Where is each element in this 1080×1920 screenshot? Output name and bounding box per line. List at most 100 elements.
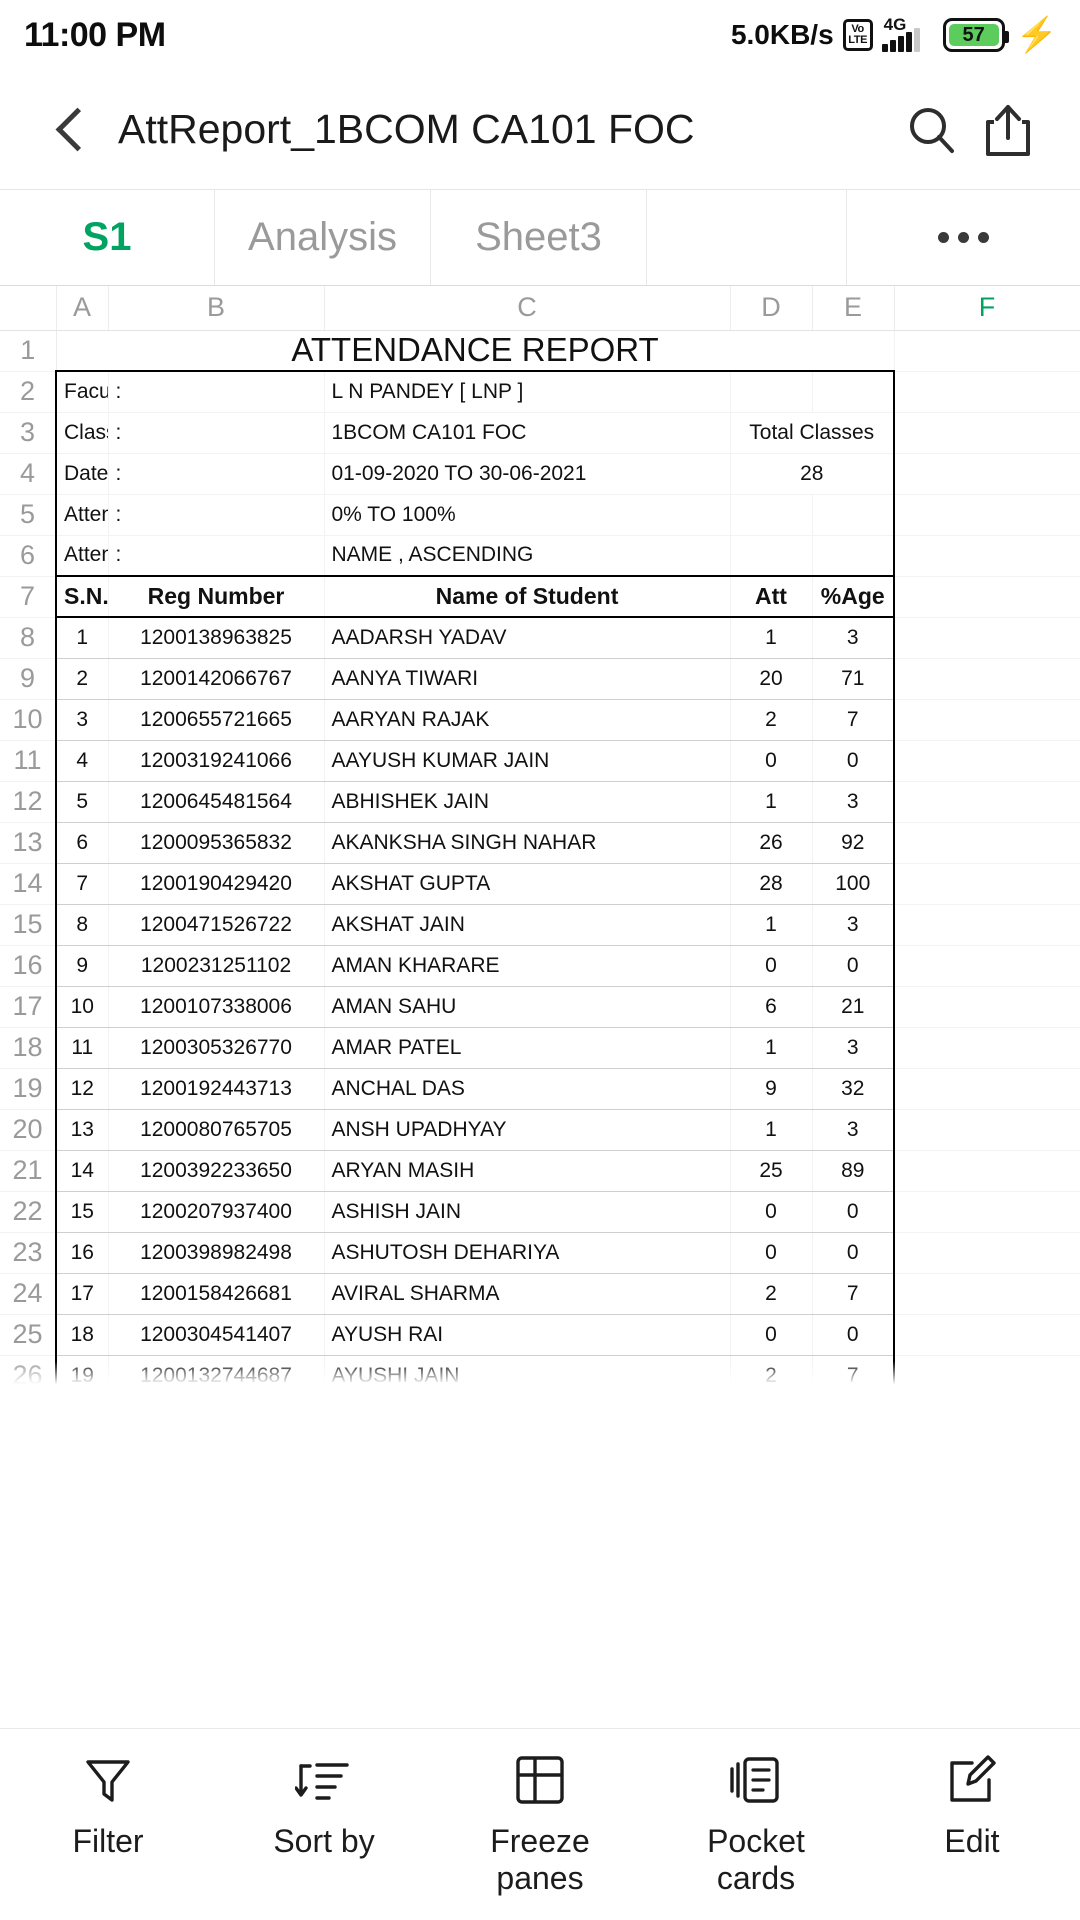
cell-pct-13[interactable]: 92 [812, 822, 895, 864]
cell-f-14[interactable] [894, 863, 1080, 905]
cell-reg-21[interactable]: 1200392233650 [108, 1150, 325, 1192]
cell-reg-22[interactable]: 1200207937400 [108, 1191, 325, 1233]
cell-reg-10[interactable]: 1200655721665 [108, 699, 325, 741]
cell-name-8[interactable]: AADARSH YADAV [324, 617, 731, 659]
cell-pct-11[interactable]: 0 [812, 740, 895, 782]
cell-header-name[interactable]: Name of Student [324, 575, 731, 618]
cell-f-24[interactable] [894, 1273, 1080, 1315]
cell-meta-sep-3[interactable]: : [108, 412, 325, 454]
cell-f-26[interactable] [894, 1355, 1080, 1391]
cell-pct-18[interactable]: 3 [812, 1027, 895, 1069]
cell-f-11[interactable] [894, 740, 1080, 782]
cell-meta-sep-5[interactable]: : [108, 494, 325, 536]
cell-name-14[interactable]: AKSHAT GUPTA [324, 863, 731, 905]
cell-att-22[interactable]: 0 [730, 1191, 813, 1233]
cell-meta-sep-6[interactable]: : [108, 535, 325, 577]
cell-reg-17[interactable]: 1200107338006 [108, 986, 325, 1028]
cell-reg-14[interactable]: 1200190429420 [108, 863, 325, 905]
row-header-7[interactable]: 7 [0, 576, 57, 618]
cell-f-15[interactable] [894, 904, 1080, 946]
row-header-8[interactable]: 8 [0, 617, 57, 659]
cell-sn-9[interactable]: 2 [55, 658, 109, 700]
cell-pct-8[interactable]: 3 [812, 617, 895, 659]
cell-meta-label-5[interactable]: Attendance Range [55, 494, 109, 536]
cell-sn-17[interactable]: 10 [55, 986, 109, 1028]
cell-meta-e-6[interactable] [812, 535, 895, 577]
cell-att-13[interactable]: 26 [730, 822, 813, 864]
cell-name-16[interactable]: AMAN KHARARE [324, 945, 731, 987]
back-chevron-icon[interactable] [48, 105, 92, 155]
cell-reg-20[interactable]: 1200080765705 [108, 1109, 325, 1151]
cell-meta-label-2[interactable]: Faculty Name [55, 371, 109, 413]
cell-reg-11[interactable]: 1200319241066 [108, 740, 325, 782]
row-header-20[interactable]: 20 [0, 1109, 57, 1151]
cell-att-23[interactable]: 0 [730, 1232, 813, 1274]
cell-name-26[interactable]: AYUSHI JAIN [324, 1355, 731, 1391]
cell-meta-value-3[interactable]: 1BCOM CA101 FOC [324, 412, 731, 454]
cell-name-20[interactable]: ANSH UPADHYAY [324, 1109, 731, 1151]
cell-sn-19[interactable]: 12 [55, 1068, 109, 1110]
cell-header-reg[interactable]: Reg Number [108, 575, 325, 618]
cell-total-classes-value[interactable]: 28 [730, 453, 895, 495]
cell-name-13[interactable]: AKANKSHA SINGH NAHAR [324, 822, 731, 864]
cell-meta-f-6[interactable] [894, 535, 1080, 577]
column-header-c[interactable]: C [324, 286, 731, 331]
tab-sheet3[interactable]: Sheet3 [431, 190, 647, 285]
cell-meta-e-2[interactable] [812, 371, 895, 413]
cell-f-23[interactable] [894, 1232, 1080, 1274]
cell-sn-20[interactable]: 13 [55, 1109, 109, 1151]
row-header-2[interactable]: 2 [0, 371, 57, 413]
cell-meta-d-2[interactable] [730, 371, 813, 413]
cell-reg-9[interactable]: 1200142066767 [108, 658, 325, 700]
cell-meta-d-6[interactable] [730, 535, 813, 577]
cell-pct-25[interactable]: 0 [812, 1314, 895, 1356]
cell-att-26[interactable]: 2 [730, 1355, 813, 1391]
cell-meta-f-3[interactable] [894, 412, 1080, 454]
cell-att-17[interactable]: 6 [730, 986, 813, 1028]
cell-name-19[interactable]: ANCHAL DAS [324, 1068, 731, 1110]
cell-att-25[interactable]: 0 [730, 1314, 813, 1356]
cell-f-20[interactable] [894, 1109, 1080, 1151]
cell-pct-9[interactable]: 71 [812, 658, 895, 700]
cell-f-22[interactable] [894, 1191, 1080, 1233]
row-header-3[interactable]: 3 [0, 412, 57, 454]
cell-f-17[interactable] [894, 986, 1080, 1028]
row-header-11[interactable]: 11 [0, 740, 57, 782]
cell-pct-23[interactable]: 0 [812, 1232, 895, 1274]
cell-meta-value-4[interactable]: 01-09-2020 TO 30-06-2021 [324, 453, 731, 495]
cell-meta-f-4[interactable] [894, 453, 1080, 495]
cell-name-12[interactable]: ABHISHEK JAIN [324, 781, 731, 823]
row-header-4[interactable]: 4 [0, 453, 57, 495]
cell-att-10[interactable]: 2 [730, 699, 813, 741]
cell-reg-24[interactable]: 1200158426681 [108, 1273, 325, 1315]
cell-f-13[interactable] [894, 822, 1080, 864]
row-header-24[interactable]: 24 [0, 1273, 57, 1315]
row-header-9[interactable]: 9 [0, 658, 57, 700]
row-header-1[interactable]: 1 [0, 330, 57, 372]
cell-f-18[interactable] [894, 1027, 1080, 1069]
cell-meta-e-5[interactable] [812, 494, 895, 536]
cell-name-23[interactable]: ASHUTOSH DEHARIYA [324, 1232, 731, 1274]
cell-name-9[interactable]: AANYA TIWARI [324, 658, 731, 700]
cell-f-12[interactable] [894, 781, 1080, 823]
toolbar-item-sort-by[interactable]: Sort by [216, 1751, 432, 1860]
cell-att-9[interactable]: 20 [730, 658, 813, 700]
cell-reg-16[interactable]: 1200231251102 [108, 945, 325, 987]
cell-sn-25[interactable]: 18 [55, 1314, 109, 1356]
cell-sn-10[interactable]: 3 [55, 699, 109, 741]
cell-total-classes-label[interactable]: Total Classes [730, 412, 895, 454]
cell-reg-23[interactable]: 1200398982498 [108, 1232, 325, 1274]
grid-corner[interactable] [0, 286, 57, 331]
cell-header-pct[interactable]: %Age [812, 575, 895, 618]
cell-f-9[interactable] [894, 658, 1080, 700]
cell-pct-22[interactable]: 0 [812, 1191, 895, 1233]
cell-pct-26[interactable]: 7 [812, 1355, 895, 1391]
toolbar-item-freeze-panes[interactable]: Freeze panes [432, 1751, 648, 1897]
row-header-5[interactable]: 5 [0, 494, 57, 536]
cell-pct-16[interactable]: 0 [812, 945, 895, 987]
row-header-19[interactable]: 19 [0, 1068, 57, 1110]
cell-pct-17[interactable]: 21 [812, 986, 895, 1028]
row-header-23[interactable]: 23 [0, 1232, 57, 1274]
cell-header-sn[interactable]: S.N. [55, 575, 109, 618]
cell-reg-8[interactable]: 1200138963825 [108, 617, 325, 659]
